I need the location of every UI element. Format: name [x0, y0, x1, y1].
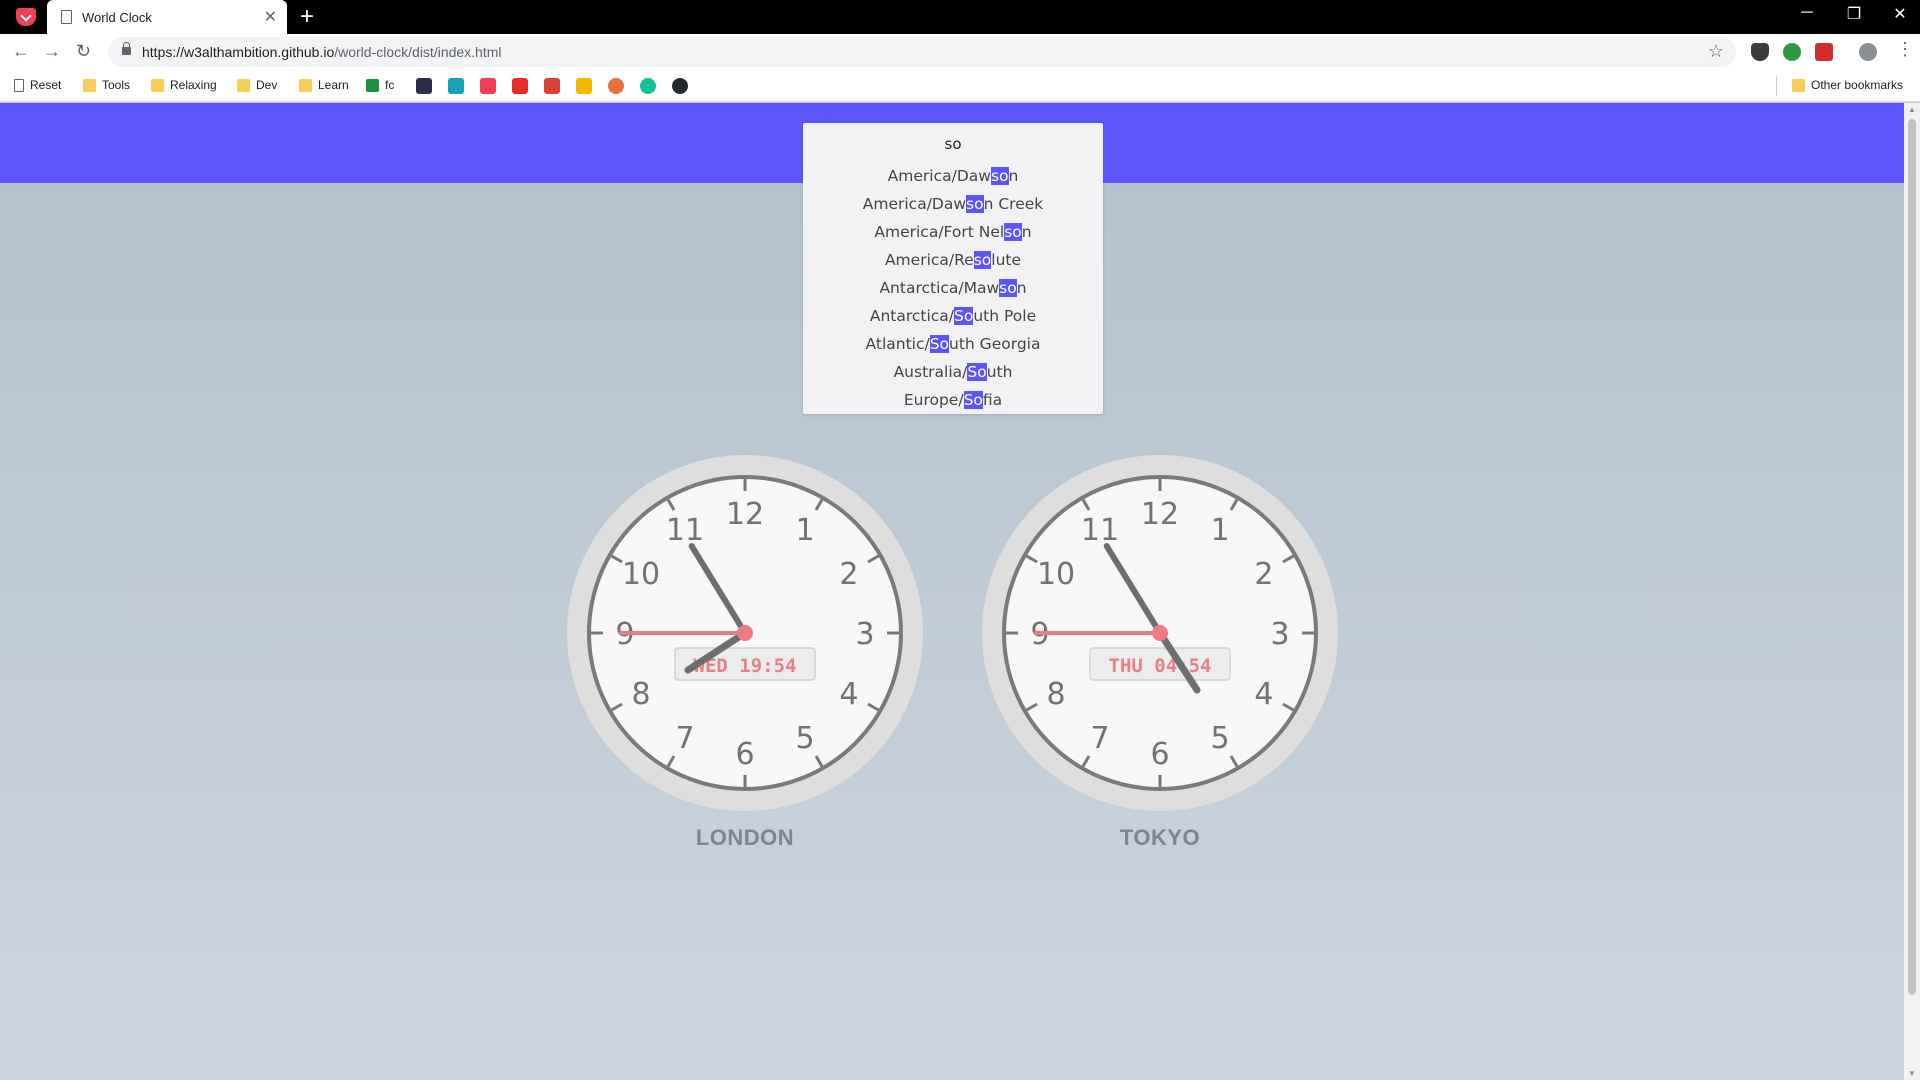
timezone-result-item[interactable]: Australia/South	[803, 358, 1103, 386]
timezone-result-item[interactable]: Antarctica/South Pole	[803, 302, 1103, 330]
hour-numeral: 7	[1090, 721, 1109, 756]
page-icon	[61, 10, 72, 24]
restore-icon[interactable]: ❐	[1834, 4, 1874, 24]
hour-numeral: 8	[1047, 677, 1066, 712]
lock-icon	[122, 42, 131, 55]
vertical-scrollbar[interactable]: ▲ ▼	[1904, 103, 1920, 1080]
divider	[1776, 76, 1777, 96]
bookmark-folder-dev[interactable]: Dev	[237, 78, 277, 92]
center-pin	[1152, 625, 1168, 641]
hour-numeral: 1	[1210, 513, 1229, 548]
bookmark-favicon[interactable]	[416, 78, 432, 94]
bookmark-github-icon[interactable]	[672, 78, 688, 94]
timezone-result-item[interactable]: America/Dawson Creek	[803, 190, 1103, 218]
city-label: TOKYO	[1119, 825, 1201, 850]
hour-numeral: 3	[855, 617, 874, 652]
folder-icon	[83, 78, 96, 92]
scroll-up-icon[interactable]: ▲	[1908, 105, 1916, 114]
hour-numeral: 2	[1254, 557, 1273, 592]
address-bar[interactable]: https://w3althambition.github.io/world-c…	[108, 37, 1736, 67]
hour-numeral: 1	[795, 513, 814, 548]
hour-numeral: 4	[839, 677, 858, 712]
tab-title: World Clock	[82, 10, 152, 25]
hour-numeral: 5	[795, 721, 814, 756]
clock-card-tokyo: 121234567891011THU 04:54 TOKYO	[980, 453, 1340, 851]
timezone-result-item[interactable]: Atlantic/South Georgia	[803, 330, 1103, 358]
folder-icon	[299, 78, 312, 92]
timezone-results-list: America/Dawson America/Dawson Creek Americ…	[803, 162, 1103, 414]
menu-icon[interactable]: ⋮	[1896, 39, 1914, 60]
minimize-icon[interactable]: ─	[1787, 4, 1827, 22]
hour-numeral: 10	[622, 557, 660, 592]
bookmark-reset[interactable]: Reset	[14, 78, 61, 92]
hour-numeral: 8	[632, 677, 651, 712]
center-pin	[737, 625, 753, 641]
page-icon	[14, 78, 24, 92]
timezone-result-item[interactable]: Antarctica/Mawson	[803, 274, 1103, 302]
bookmarks-bar: Reset Tools Relaxing Dev Learn fc Other …	[0, 70, 1920, 102]
profile-avatar[interactable]	[1859, 43, 1877, 61]
hour-numeral: 12	[1141, 497, 1179, 532]
hour-numeral: 10	[1037, 557, 1075, 592]
reload-icon[interactable]: ↻	[76, 41, 91, 62]
page-viewport: America/DawsonAmerica/Dawson CreekAmeric…	[0, 103, 1904, 1080]
timezone-search-panel: America/DawsonAmerica/Dawson CreekAmeric…	[803, 123, 1103, 414]
bookmark-folder-relaxing[interactable]: Relaxing	[151, 78, 217, 92]
hour-numeral: 7	[675, 721, 694, 756]
bookmark-youtube-icon[interactable]	[512, 78, 528, 94]
scroll-down-icon[interactable]: ▼	[1908, 1069, 1916, 1078]
city-label: LONDON	[695, 825, 795, 850]
hour-numeral: 3	[1270, 617, 1289, 652]
close-tab-icon[interactable]: ✕	[264, 7, 277, 27]
new-tab-icon[interactable]: +	[300, 3, 314, 31]
hour-numeral: 4	[1254, 677, 1273, 712]
timezone-result-item[interactable]: America/Fort Nelson	[803, 218, 1103, 246]
hour-numeral: 6	[1150, 737, 1169, 772]
pocket-extension-icon[interactable]	[1751, 43, 1769, 61]
analog-clock: 121234567891011WED 19:54	[567, 455, 923, 811]
bookmark-keep-icon[interactable]	[576, 78, 592, 94]
hour-numeral: 5	[1210, 721, 1229, 756]
scroll-thumb[interactable]	[1908, 119, 1916, 995]
bookmark-folder-learn[interactable]: Learn	[299, 78, 349, 92]
back-icon[interactable]: ←	[12, 41, 30, 62]
bookmark-favicon[interactable]	[608, 78, 624, 94]
extension-icon[interactable]	[1783, 43, 1801, 61]
hour-numeral: 6	[735, 737, 754, 772]
hour-numeral: 11	[1081, 513, 1119, 548]
pocket-app-icon[interactable]	[16, 8, 36, 26]
bookmark-star-icon[interactable]: ☆	[1708, 41, 1724, 62]
bookmark-pocket-icon[interactable]	[480, 78, 496, 94]
bookmark-folder-tools[interactable]: Tools	[83, 78, 130, 92]
browser-tab[interactable]: World Clock ✕	[47, 0, 287, 34]
bookmark-favicon[interactable]	[448, 78, 464, 94]
folder-icon	[237, 78, 250, 92]
folder-icon	[151, 78, 164, 92]
browser-toolbar: ← → ↻ https://w3althambition.github.io/w…	[0, 34, 1920, 70]
bookmark-todoist-icon[interactable]	[544, 78, 560, 94]
forward-icon[interactable]: →	[43, 41, 61, 62]
timezone-result-item[interactable]: Europe/Sofia	[803, 386, 1103, 414]
hour-numeral: 11	[666, 513, 704, 548]
sheets-icon	[366, 78, 379, 92]
analog-clock: 121234567891011THU 04:54	[982, 455, 1338, 811]
timezone-search-input[interactable]	[803, 132, 1103, 156]
digital-time: THU 04:54	[1109, 655, 1212, 677]
hour-numeral: 2	[839, 557, 858, 592]
bookmark-fc[interactable]: fc	[366, 78, 394, 92]
url-text[interactable]: https://w3althambition.github.io/world-c…	[142, 44, 502, 60]
hour-numeral: 12	[726, 497, 764, 532]
title-bar: World Clock ✕ + ─ ❐ ✕	[0, 0, 1920, 34]
timezone-result-item[interactable]: America/Resolute	[803, 246, 1103, 274]
timezone-result-item[interactable]: America/Dawson	[803, 162, 1103, 190]
close-window-icon[interactable]: ✕	[1880, 4, 1920, 24]
bookmark-grammarly-icon[interactable]	[640, 78, 656, 94]
folder-icon	[1792, 78, 1805, 92]
clock-card-london: 121234567891011WED 19:54 LONDON	[565, 453, 925, 851]
other-bookmarks[interactable]: Other bookmarks	[1792, 78, 1903, 92]
extension-icon[interactable]	[1815, 43, 1833, 61]
